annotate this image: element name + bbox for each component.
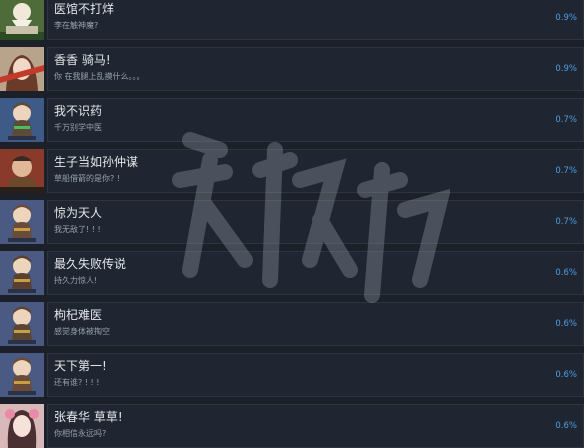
unlock-percentage: 0.9%: [555, 64, 577, 74]
achievement-thumbnail: [0, 149, 44, 193]
achievement-title: 惊为天人: [54, 206, 103, 220]
achievement-description: 李在触神魔?: [54, 21, 99, 30]
unlock-percentage: 0.7%: [555, 115, 577, 125]
achievement-row[interactable]: 天下第一! 还有谁? ! ! ! 0.6%: [0, 353, 584, 397]
achievement-card: 枸杞难医感觉身体被掏空 0.6%: [47, 302, 584, 346]
achievement-title: 张春华 草草!: [54, 410, 123, 424]
achievement-thumbnail: [0, 251, 44, 295]
achievement-card: 医馆不打烊李在触神魔? 0.9%: [47, 0, 584, 40]
achievement-description: 你相信永远吗?: [54, 429, 107, 438]
achievement-row[interactable]: 枸杞难医感觉身体被掏空 0.6%: [0, 302, 584, 346]
achievement-thumbnail: [0, 353, 44, 397]
achievement-row[interactable]: 最久失败传说持久力惊人! 0.6%: [0, 251, 584, 295]
achievement-row[interactable]: 香香 骑马! 你 在我腿上乱摸什么。。。 0.9%: [0, 47, 584, 91]
unlock-percentage: 0.9%: [555, 13, 577, 23]
achievement-card: 生子当如孙仲谋草船借箭的是你? ! 0.7%: [47, 149, 584, 193]
achievement-thumbnail: [0, 404, 44, 448]
achievement-description: 我无敌了! ! !: [54, 225, 101, 234]
achievement-card: 惊为天人我无敌了! ! ! 0.7%: [47, 200, 584, 244]
achievement-row[interactable]: 惊为天人我无敌了! ! ! 0.7%: [0, 200, 584, 244]
achievement-description: 感觉身体被掏空: [54, 327, 110, 336]
achievement-description: 你 在我腿上乱摸什么。。。: [54, 72, 145, 81]
achievement-thumbnail: [0, 302, 44, 346]
achievement-card: 最久失败传说持久力惊人! 0.6%: [47, 251, 584, 295]
achievement-card: 我不识药千万别学中医 0.7%: [47, 98, 584, 142]
achievement-thumbnail: [0, 47, 44, 91]
unlock-percentage: 0.6%: [555, 268, 577, 278]
achievement-row[interactable]: 张春华 草草! 你相信永远吗? 0.6%: [0, 404, 584, 448]
achievement-title: 我不识药: [54, 104, 103, 118]
achievement-thumbnail: [0, 98, 44, 142]
unlock-percentage: 0.6%: [555, 370, 577, 380]
achievement-title: 香香 骑马!: [54, 53, 111, 67]
achievement-description: 还有谁? ! ! !: [54, 378, 100, 387]
achievement-thumbnail: [0, 0, 44, 40]
achievement-title: 天下第一!: [54, 359, 107, 373]
achievement-title: 最久失败传说: [54, 257, 127, 271]
achievement-description: 持久力惊人!: [54, 276, 98, 285]
achievement-description: 千万别学中医: [54, 123, 102, 132]
achievement-row[interactable]: 医馆不打烊李在触神魔? 0.9%: [0, 0, 584, 40]
achievement-thumbnail: [0, 200, 44, 244]
achievement-title: 医馆不打烊: [54, 2, 115, 16]
achievement-row[interactable]: 我不识药千万别学中医 0.7%: [0, 98, 584, 142]
achievement-card: 香香 骑马! 你 在我腿上乱摸什么。。。 0.9%: [47, 47, 584, 91]
achievement-title: 枸杞难医: [54, 308, 103, 322]
unlock-percentage: 0.6%: [555, 319, 577, 329]
unlock-percentage: 0.6%: [555, 421, 577, 431]
achievement-row[interactable]: 生子当如孙仲谋草船借箭的是你? ! 0.7%: [0, 149, 584, 193]
achievement-card: 天下第一! 还有谁? ! ! ! 0.6%: [47, 353, 584, 397]
achievement-description: 草船借箭的是你? !: [54, 174, 120, 183]
unlock-percentage: 0.7%: [555, 217, 577, 227]
achievement-card: 张春华 草草! 你相信永远吗? 0.6%: [47, 404, 584, 448]
achievement-title: 生子当如孙仲谋: [54, 155, 139, 169]
unlock-percentage: 0.7%: [555, 166, 577, 176]
